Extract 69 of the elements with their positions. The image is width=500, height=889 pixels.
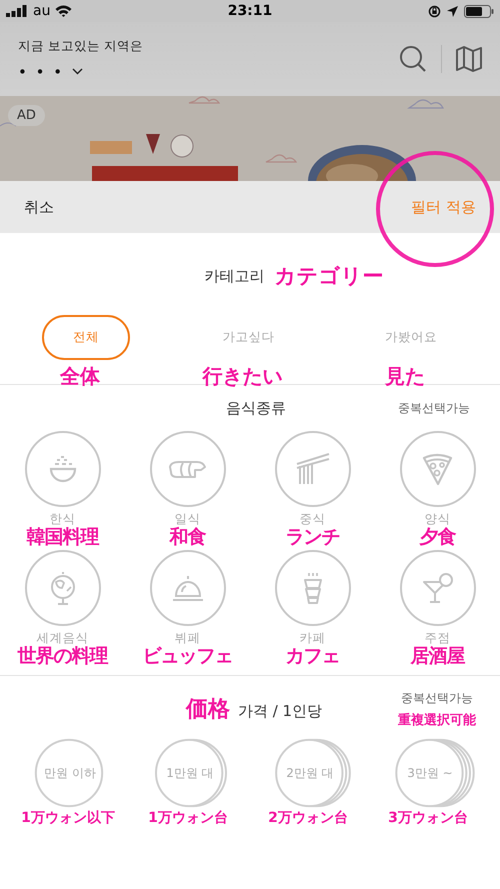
food-type-button[interactable]	[24, 550, 100, 626]
globe-icon	[50, 570, 76, 606]
annotation-text: 価格	[186, 696, 230, 724]
annotation-text: 1万ウォン以下	[21, 809, 115, 827]
annotation-text: 重複選択可能	[398, 712, 476, 728]
annotation-text: 3万ウォン台	[388, 809, 468, 827]
food-type-button[interactable]	[24, 431, 100, 507]
cups-icon	[302, 572, 322, 604]
food-type-button[interactable]	[400, 431, 476, 507]
noodles-icon	[294, 452, 330, 486]
multi-select-note: 중복선택가능	[398, 400, 470, 416]
annotation-text: 和食	[170, 526, 206, 548]
annotation-text: 居酒屋	[410, 645, 464, 667]
food-type-label: 주점	[424, 631, 450, 645]
price-range-button[interactable]: 3만원 ~	[383, 738, 473, 808]
ad-badge: AD	[8, 105, 45, 126]
clock-time: 23:11	[228, 3, 272, 19]
food-type-label: 한식	[50, 512, 76, 526]
location-arrow-icon	[447, 6, 458, 16]
category-tab[interactable]: 가고싶다	[204, 315, 292, 360]
food-type-button[interactable]	[274, 550, 350, 626]
chevron-down-icon[interactable]	[72, 68, 84, 75]
food-type-label: 일식	[174, 512, 200, 526]
food-type-label: 세계음식	[36, 631, 88, 645]
annotation-text: 2万ウォン台	[268, 809, 348, 827]
food-type-button[interactable]	[150, 431, 226, 507]
annotation-text: 全体	[60, 363, 100, 390]
map-icon[interactable]	[456, 45, 482, 73]
food-type-button[interactable]	[400, 550, 476, 626]
annotation-text: 行きたい	[202, 363, 282, 390]
apply-filter-button[interactable]: 필터 적용	[411, 198, 476, 216]
food-type-button[interactable]	[274, 431, 350, 507]
carrier-name: au	[33, 3, 50, 19]
annotation-text: 夕食	[420, 526, 456, 548]
annotation-text: カフェ	[286, 645, 340, 667]
search-icon[interactable]	[399, 45, 427, 73]
pizza-icon	[422, 452, 453, 486]
food-type-button[interactable]	[150, 550, 226, 626]
signal-icon	[6, 5, 28, 17]
cocktail-icon	[422, 572, 454, 604]
annotation-text: ランチ	[286, 526, 340, 548]
food-type-label: 카페	[300, 631, 326, 645]
region-label: 지금 보고있는 지역은	[18, 38, 143, 54]
annotation-text: 1万ウォン台	[148, 809, 228, 827]
section-title: 가격 / 1인당	[238, 702, 322, 721]
annotation-text: ビュッフェ	[142, 645, 232, 667]
section-title: 음식종류	[226, 398, 286, 416]
wifi-icon	[55, 5, 72, 17]
food-type-label: 양식	[424, 512, 450, 526]
region-value[interactable]: • • •	[18, 62, 64, 80]
price-range-button[interactable]: 1만원 대	[143, 738, 233, 808]
bowl-icon	[48, 455, 76, 483]
annotation-text: 韓国料理	[26, 526, 98, 548]
food-type-label: 뷔페	[174, 631, 200, 645]
rotation-lock-icon	[428, 4, 441, 18]
cancel-button[interactable]: 취소	[24, 198, 54, 216]
price-range-button[interactable]: 만원 이하	[23, 738, 113, 808]
multi-select-note: 중복선택가능	[401, 690, 473, 706]
section-title: 카테고리	[204, 266, 264, 286]
category-tab[interactable]: 가봤어요	[366, 315, 455, 360]
cloche-icon	[172, 574, 204, 602]
annotation-text: 見た	[384, 363, 425, 390]
sushi-icon	[168, 460, 207, 478]
food-type-label: 중식	[300, 512, 326, 526]
annotation-text: カテゴリー	[274, 263, 384, 290]
price-range-button[interactable]: 2만원 대	[263, 738, 353, 808]
annotation-text: 世界の料理	[18, 645, 108, 667]
battery-icon	[464, 4, 494, 18]
category-tab[interactable]: 전체	[42, 315, 130, 360]
